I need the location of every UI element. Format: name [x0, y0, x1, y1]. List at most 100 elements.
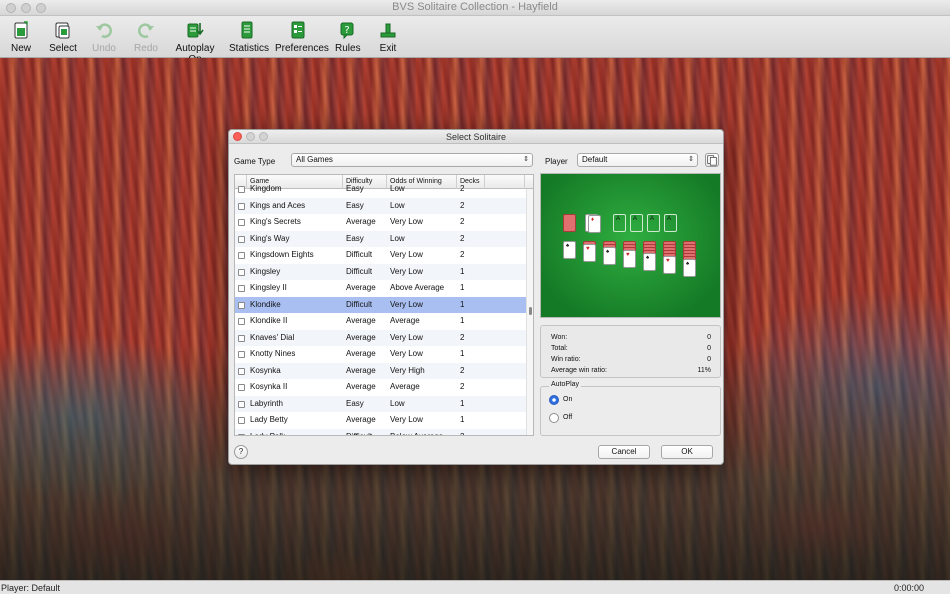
cell-odds: Very Low	[390, 217, 423, 226]
cell-odds: Very Low	[390, 349, 423, 358]
stat-average-win-ratio: Average win ratio: 11%	[551, 367, 711, 374]
cell-difficulty: Average	[346, 415, 376, 424]
cell-difficulty: Easy	[346, 200, 364, 210]
game-preview: ♥♦AAAA♠♥♠♥♠♥♠	[540, 173, 721, 318]
cell-game: Knaves' Dial	[250, 332, 295, 342]
cell-odds: Low	[390, 200, 405, 210]
preferences-icon	[291, 21, 305, 39]
cancel-button[interactable]: Cancel	[598, 445, 650, 459]
row-checkbox[interactable]	[238, 433, 245, 435]
table-row[interactable]: Knotty Nines Average Very Low 1	[235, 346, 528, 363]
table-row[interactable]: Kosynka II Average Average 2	[235, 379, 528, 396]
cell-game: King's Way	[250, 233, 290, 243]
redo-label: Redo	[134, 43, 158, 54]
autoplay-on-radio[interactable]	[549, 395, 559, 405]
cell-difficulty: Average	[346, 217, 376, 226]
row-checkbox[interactable]	[238, 202, 245, 210]
game-type-select[interactable]: All Games ⇕	[291, 153, 533, 167]
cell-odds: Very Low	[390, 415, 423, 424]
autoplay-off-radio[interactable]	[549, 413, 559, 423]
cell-game: Klondike II	[250, 316, 288, 325]
table-row[interactable]: Kingsley II Average Above Average 1	[235, 280, 528, 297]
table-row[interactable]: Labyrinth Easy Low 1	[235, 395, 528, 412]
games-table-scrollbar[interactable]	[526, 189, 533, 435]
table-row[interactable]: Kingdom Easy Low 2	[235, 181, 528, 198]
table-row[interactable]: Kingsley Difficult Very Low 1	[235, 263, 528, 280]
table-row[interactable]: Kosynka Average Very High 2	[235, 362, 528, 379]
select-button[interactable]: Select	[49, 20, 77, 54]
cell-game: Kingsley II	[250, 283, 287, 292]
row-checkbox[interactable]	[238, 384, 245, 391]
ok-button[interactable]: OK	[661, 445, 713, 459]
cell-difficulty: Average	[346, 365, 376, 375]
exit-button[interactable]: Exit	[377, 20, 399, 54]
row-checkbox[interactable]	[238, 318, 245, 325]
table-row[interactable]: Klondike II Average Average 1	[235, 313, 528, 330]
preview-card: ♠	[643, 253, 656, 271]
row-checkbox[interactable]	[238, 367, 245, 375]
redo-button[interactable]: Redo	[133, 20, 159, 54]
select-game-icon	[55, 22, 70, 39]
cell-odds: Average	[390, 382, 420, 391]
row-checkbox[interactable]	[238, 285, 245, 292]
cell-game: Kingsdown Eights	[250, 250, 314, 259]
dialog-zoom-button[interactable]	[259, 132, 268, 141]
cell-decks: 1	[460, 398, 465, 408]
cell-decks: 1	[460, 316, 465, 325]
table-row[interactable]: Klondike Difficult Very Low 1	[235, 296, 528, 313]
cell-difficulty: Difficult	[346, 431, 373, 436]
row-checkbox[interactable]	[238, 268, 245, 276]
status-player: Player: Default	[1, 583, 61, 593]
row-checkbox[interactable]	[238, 301, 245, 309]
table-row[interactable]: Lady Betty Average Very Low 1	[235, 412, 528, 429]
table-row[interactable]: Kings and Aces Easy Low 2	[235, 197, 528, 214]
new-button[interactable]: New	[9, 20, 33, 54]
table-row[interactable]: King's Secrets Average Very Low 2	[235, 214, 528, 231]
row-checkbox[interactable]	[238, 417, 245, 424]
redo-icon	[138, 23, 154, 38]
autoplay-off-label: Off	[563, 414, 573, 421]
cell-decks: 2	[460, 382, 465, 391]
preview-card: ♠	[683, 259, 696, 277]
dialog-close-button[interactable]	[233, 132, 242, 141]
row-checkbox[interactable]	[238, 400, 245, 408]
preview-card: ♦	[588, 215, 601, 233]
preferences-button[interactable]: Preferences	[275, 20, 329, 54]
row-checkbox[interactable]	[238, 235, 245, 243]
table-row[interactable]: Kingsdown Eights Difficult Very Low 2	[235, 247, 528, 264]
updown-arrows-icon: ⇕	[523, 156, 529, 163]
cell-game: Kosynka	[250, 365, 281, 375]
scrollbar-thumb[interactable]	[529, 307, 532, 315]
undo-button[interactable]: Undo	[91, 20, 117, 54]
manage-players-button[interactable]	[705, 153, 719, 167]
toolbar: New Select Undo Redo Autoplay On	[0, 16, 950, 65]
cell-game: Lady Palk	[250, 431, 286, 436]
foundation-slot: A	[647, 214, 660, 232]
players-icon	[707, 155, 717, 166]
row-checkbox[interactable]	[238, 186, 245, 193]
cell-game: Lady Betty	[250, 415, 288, 424]
cell-difficulty: Difficult	[346, 250, 373, 259]
player-select[interactable]: Default ⇕	[577, 153, 698, 167]
rules-button[interactable]: ? Rules	[335, 20, 361, 54]
table-row[interactable]: King's Way Easy Low 2	[235, 230, 528, 247]
cell-difficulty: Average	[346, 316, 376, 325]
cell-odds: Very Low	[390, 299, 423, 309]
cell-odds: Very Low	[390, 250, 423, 259]
row-checkbox[interactable]	[238, 219, 245, 226]
cell-odds: Very High	[390, 365, 425, 375]
table-row[interactable]: Lady Palk Difficult Below Average 2	[235, 428, 528, 436]
row-checkbox[interactable]	[238, 252, 245, 259]
dialog-minimize-button[interactable]	[246, 132, 255, 141]
games-table-body: Kingdom Easy Low 2 Kings and Aces Easy Low 2 Kin…	[235, 181, 528, 436]
row-checkbox[interactable]	[238, 334, 245, 342]
cell-game: Kingsley	[250, 266, 281, 276]
row-checkbox[interactable]	[238, 351, 245, 358]
statistics-button[interactable]: Statistics	[229, 20, 269, 54]
autoplay-group-title: AutoPlay	[549, 381, 582, 388]
help-button[interactable]: ?	[234, 445, 248, 459]
table-row[interactable]: Knaves' Dial Average Very Low 2	[235, 329, 528, 346]
cell-odds: Low	[390, 184, 405, 193]
foundation-slot: A	[664, 214, 677, 232]
statistics-icon	[241, 21, 253, 39]
